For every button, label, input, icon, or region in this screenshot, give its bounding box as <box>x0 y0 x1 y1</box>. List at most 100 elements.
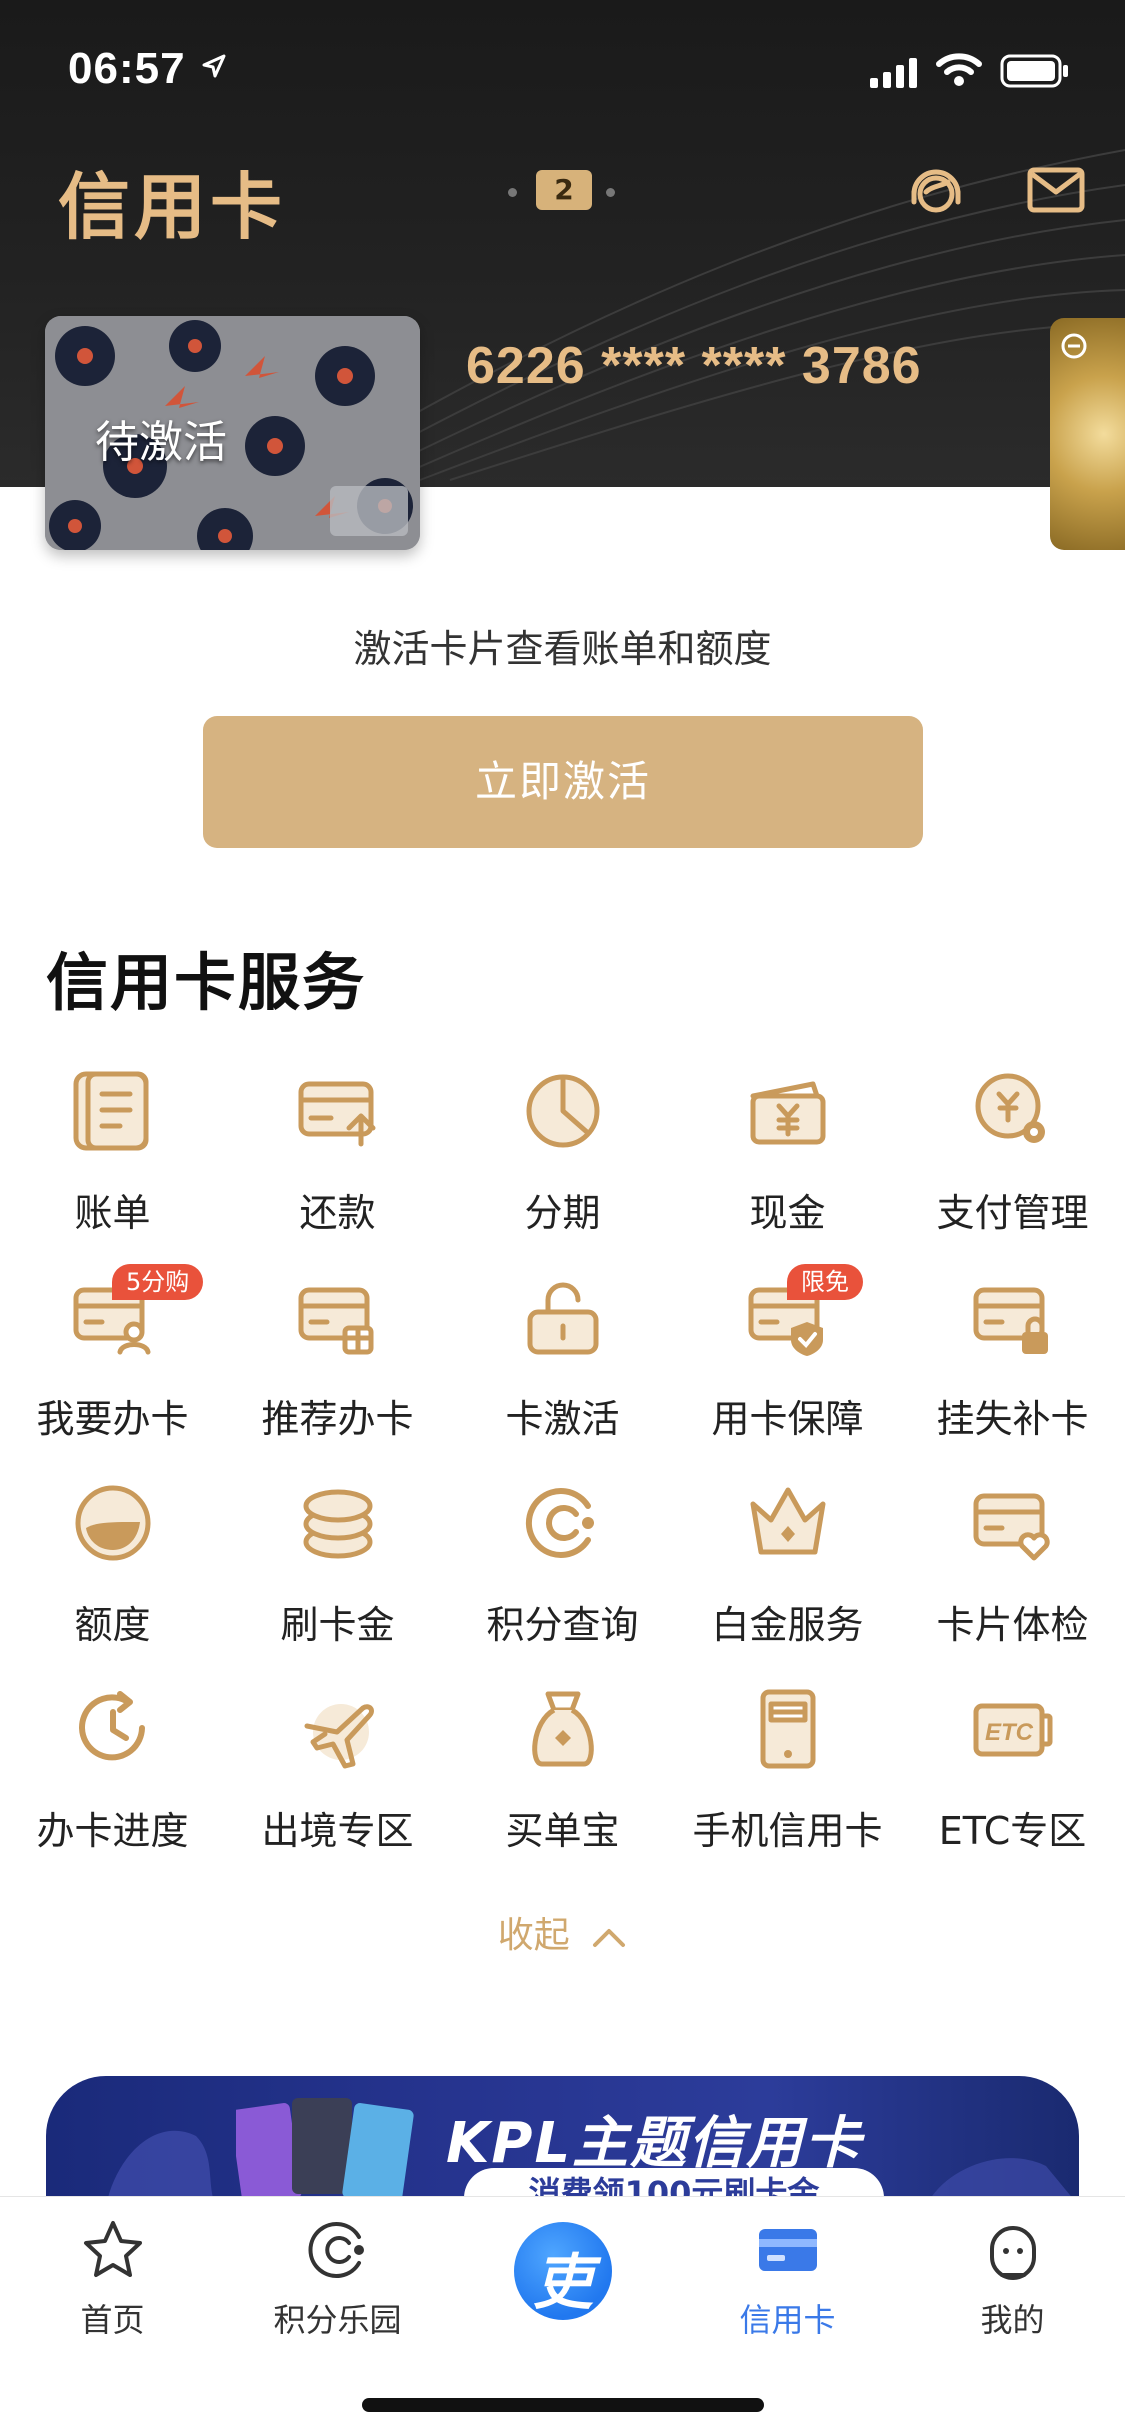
service-recommend-card[interactable]: 推荐办卡 <box>225 1276 450 1466</box>
service-label: 支付管理 <box>936 1191 1089 1235</box>
star-icon <box>84 2221 142 2277</box>
installment-icon <box>526 1074 600 1148</box>
plane-icon <box>304 1704 374 1769</box>
bank-logo-icon <box>1061 333 1087 359</box>
status-time: 06:57 <box>68 44 186 93</box>
service-card-health[interactable]: 卡片体检 <box>900 1482 1125 1672</box>
next-card-preview[interactable] <box>1050 318 1125 550</box>
chevron-up-icon <box>593 1929 626 1947</box>
tab-label: 信用卡 <box>739 2301 836 2339</box>
tab-label: 首页 <box>80 2301 145 2339</box>
service-checkout[interactable]: 买单宝 <box>450 1688 675 1878</box>
tab-profile[interactable]: 我的 <box>900 2217 1125 2339</box>
pager-count-badge: 2 <box>536 170 592 210</box>
phone-card-icon <box>760 1689 816 1769</box>
collapse-label: 收起 <box>497 1915 570 1956</box>
tab-label: 我的 <box>980 2301 1045 2339</box>
activation-hint: 激活卡片查看账单和额度 <box>353 627 772 671</box>
service-etc[interactable]: ETC ETC专区 <box>900 1688 1125 1878</box>
service-label: 额度 <box>74 1603 151 1647</box>
crown-icon <box>750 1487 826 1555</box>
location-arrow-icon <box>202 54 226 78</box>
card-number: 6226 **** **** 3786 <box>466 337 922 395</box>
kpl-card-banner[interactable]: KPL主题信用卡 消费领100元刷卡金 <box>46 2076 1079 2206</box>
service-label: 现金 <box>749 1191 826 1235</box>
service-label: 用卡保障 <box>711 1397 864 1441</box>
pager-dot <box>508 188 517 197</box>
service-label: ETC专区 <box>938 1809 1087 1853</box>
lost-card-icon <box>973 1287 1048 1354</box>
service-platinum[interactable]: 白金服务 <box>675 1482 900 1672</box>
service-label: 分期 <box>524 1191 601 1235</box>
center-logo-icon: 吏 <box>533 2248 593 2318</box>
service-label: 挂失补卡 <box>936 1397 1089 1441</box>
cash-icon <box>750 1081 826 1145</box>
message-icon[interactable] <box>1024 158 1088 222</box>
tab-home[interactable]: 首页 <box>0 2217 225 2339</box>
page-title: 信用卡 <box>58 165 287 249</box>
service-tag: 限免 <box>787 1264 863 1300</box>
service-label: 还款 <box>299 1191 376 1235</box>
wifi-icon <box>936 53 982 86</box>
service-bill[interactable]: 账单 <box>0 1070 225 1260</box>
points-park-icon <box>308 2222 364 2278</box>
service-card-gold[interactable]: 刷卡金 <box>225 1482 450 1672</box>
service-label: 刷卡金 <box>280 1603 395 1647</box>
tab-points-park[interactable]: 积分乐园 <box>225 2217 450 2339</box>
service-tag: 5分购 <box>112 1264 204 1300</box>
payment-settings-icon <box>975 1073 1045 1143</box>
recommend-card-icon <box>298 1287 374 1355</box>
unlock-icon <box>527 1282 599 1355</box>
center-logo-button[interactable]: 吏 <box>514 2222 612 2320</box>
service-label: 卡片体检 <box>936 1603 1089 1647</box>
bill-icon <box>73 1071 149 1151</box>
tab-credit-card[interactable]: 信用卡 <box>675 2217 900 2339</box>
status-bar: 06:57 <box>0 0 1125 140</box>
coins-icon <box>303 1489 373 1559</box>
home-indicator <box>362 2398 764 2412</box>
cellular-signal-icon <box>870 58 917 88</box>
service-label: 办卡进度 <box>36 1809 189 1853</box>
credit-card-image[interactable]: 待激活 <box>45 316 420 550</box>
service-label: 推荐办卡 <box>261 1397 414 1441</box>
service-apply-card[interactable]: 5分购 我要办卡 <box>0 1264 225 1466</box>
limit-icon <box>75 1485 151 1561</box>
service-label: 卡激活 <box>505 1397 620 1441</box>
pager-dot <box>606 188 615 197</box>
battery-icon <box>1000 54 1068 88</box>
profile-icon <box>990 2226 1036 2280</box>
service-points-query[interactable]: 积分查询 <box>450 1482 675 1672</box>
card-status-label: 待激活 <box>95 417 227 468</box>
service-payment-settings[interactable]: 支付管理 <box>900 1070 1125 1260</box>
bag-icon <box>532 1691 594 1767</box>
services-section-title: 信用卡服务 <box>46 946 367 1019</box>
service-limit[interactable]: 额度 <box>0 1482 225 1672</box>
card-health-icon <box>973 1493 1050 1561</box>
etc-icon: ETC <box>973 1703 1053 1757</box>
service-card-protection[interactable]: 限免 用卡保障 <box>675 1264 900 1466</box>
activate-now-button[interactable]: 立即激活 <box>203 716 923 848</box>
service-card-activation[interactable]: 卡激活 <box>450 1276 675 1466</box>
service-label: 我要办卡 <box>36 1397 189 1441</box>
banner-cards-image <box>236 2098 414 2205</box>
service-repay[interactable]: 还款 <box>225 1070 450 1260</box>
service-label: 积分查询 <box>486 1603 639 1647</box>
service-label: 买单宝 <box>505 1809 620 1853</box>
service-progress[interactable]: 办卡进度 <box>0 1688 225 1878</box>
collapse-button[interactable]: 收起 <box>0 1906 1125 1958</box>
service-cash[interactable]: 现金 <box>675 1070 900 1260</box>
repay-icon <box>298 1081 376 1147</box>
service-installment[interactable]: 分期 <box>450 1070 675 1260</box>
service-label: 手机信用卡 <box>692 1809 883 1853</box>
service-label: 白金服务 <box>711 1603 864 1647</box>
service-lost-card[interactable]: 挂失补卡 <box>900 1276 1125 1466</box>
tab-label: 积分乐园 <box>273 2301 402 2339</box>
service-label: 账单 <box>74 1191 151 1235</box>
customer-service-icon[interactable] <box>904 158 968 222</box>
credit-card-icon <box>759 2229 817 2271</box>
points-icon <box>525 1488 594 1558</box>
service-mobile-card[interactable]: 手机信用卡 <box>675 1688 900 1878</box>
banner-title: KPL主题信用卡 <box>446 2111 863 2176</box>
service-overseas[interactable]: 出境专区 <box>225 1688 450 1878</box>
service-label: 出境专区 <box>261 1809 414 1853</box>
